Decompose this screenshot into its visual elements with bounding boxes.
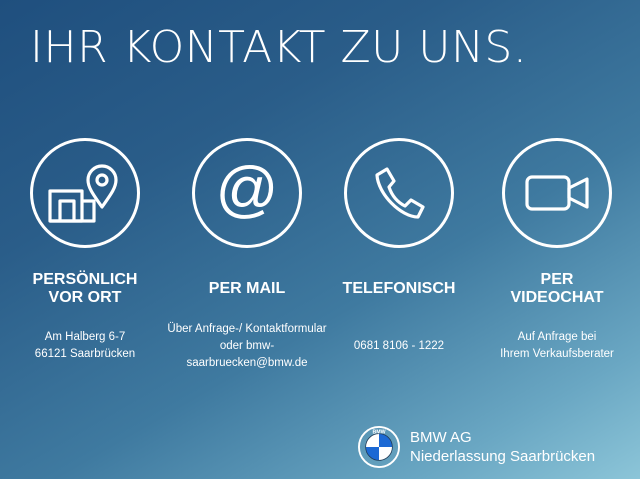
contact-channel-mail: @ PER MAIL Über Anfrage-/ Kontaktformula… [167,138,327,369]
channel-address: Am Halberg 6-7 66121 Saarbrücken [34,331,136,360]
contact-channel-phone: TELEFONISCH 0681 8106 - 1222 [324,138,474,364]
channel-info: Auf Anfrage bei Ihrem Verkaufsberater [500,331,614,360]
channel-email: Über Anfrage-/ Kontaktformular oder bmw-… [167,322,327,369]
at-sign-icon: @ [192,138,302,248]
page-title: IHR KONTAKT ZU UNS. [30,22,528,73]
video-camera-icon [502,138,612,248]
brand-company-name: BMW AG [410,429,472,446]
channel-phone-number: 0681 8106 - 1222 [353,339,445,352]
channel-title: PER MAIL [208,280,286,297]
brand-footer: BMW BMW AG Niederlassung Saarbrücken [358,426,595,468]
brand-branch-name: Niederlassung Saarbrücken [410,448,596,465]
bmw-logo-text: BMW [372,429,385,435]
contact-channel-in-person: PERSÖNLICH VOR ORT Am Halberg 6-7 66121 … [10,138,160,364]
contact-channel-video: PER VIDEOCHAT Auf Anfrage bei Ihrem Verk… [482,138,632,364]
channel-title: PER VIDEOCHAT [510,271,604,306]
channel-title: PERSÖNLICH VOR ORT [32,271,138,306]
location-building-icon [30,138,140,248]
phone-icon [344,138,454,248]
bmw-roundel-icon: BMW [358,426,400,468]
channel-title: TELEFONISCH [342,280,456,297]
